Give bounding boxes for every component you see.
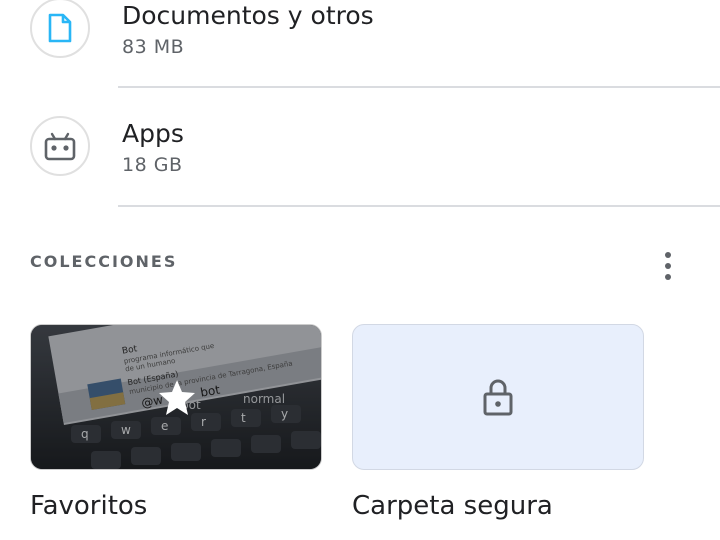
document-icon-container [30, 0, 90, 58]
category-size: 18 GB [122, 154, 183, 176]
more-options-button[interactable] [652, 246, 684, 286]
android-icon [44, 132, 76, 161]
favorites-label: Favoritos [30, 491, 148, 521]
collections-header: COLECCIONES [30, 252, 178, 271]
more-vert-icon-dot [665, 263, 671, 269]
more-vert-icon-dot [665, 252, 671, 258]
document-icon [48, 13, 72, 43]
category-title: Apps [122, 119, 184, 148]
lock-icon [483, 379, 513, 416]
divider [118, 205, 720, 207]
category-title: Documentos y otros [122, 1, 374, 30]
android-icon-container [30, 116, 90, 176]
category-row-apps[interactable]: Apps 18 GB [0, 88, 720, 206]
category-row-documents[interactable]: Documentos y otros 83 MB [0, 0, 720, 88]
more-vert-icon-dot [665, 274, 671, 280]
favorites-thumbnail: Bot programa informático que de un human… [31, 325, 321, 469]
secure-folder-label: Carpeta segura [352, 491, 553, 521]
favorites-card[interactable]: Bot programa informático que de un human… [30, 324, 322, 470]
secure-folder-card[interactable] [352, 324, 644, 470]
category-size: 83 MB [122, 36, 185, 58]
